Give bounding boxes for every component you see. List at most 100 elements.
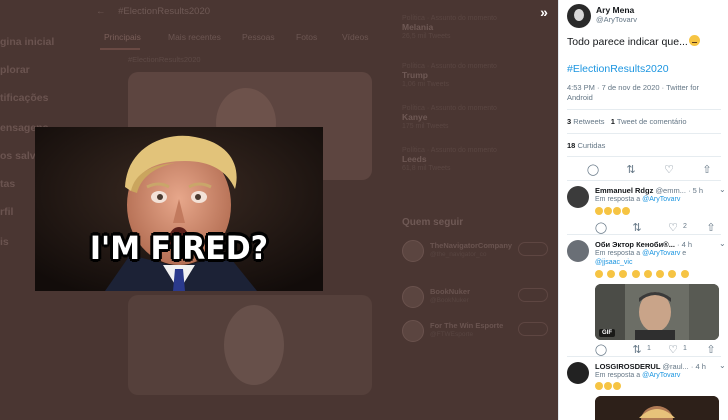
- who-to-follow-row[interactable]: TheNavigatorCompany @the_navigator_co: [402, 238, 552, 264]
- reply-tweet[interactable]: Оби Эктор Кеноби®... · 4 h ⌄ Em resposta…: [559, 238, 728, 356]
- reply-time: · 5 h: [688, 186, 704, 195]
- laughing-emoji-icon: [595, 269, 603, 278]
- in-reply-prefix: Em resposta a: [595, 196, 641, 203]
- retweet-stats[interactable]: 3 Retweets 1 Tweet de comentário: [567, 117, 687, 126]
- back-arrow-icon[interactable]: ←: [96, 6, 106, 17]
- in-reply-link[interactable]: @AryTovarv: [642, 196, 680, 203]
- nav-item-more[interactable]: is: [0, 236, 9, 254]
- laughing-emoji-icon: [604, 381, 612, 390]
- tab-videos[interactable]: Vídeos: [342, 32, 368, 42]
- author-name[interactable]: Ary Mena: [596, 5, 634, 15]
- reply-author-name: Оби Эктор Кеноби®...: [595, 240, 675, 249]
- gif-badge: GIF: [599, 329, 615, 337]
- trend-item[interactable]: Política · Assunto do momento Trump 1,06…: [402, 62, 552, 89]
- reply-media[interactable]: [595, 396, 719, 420]
- search-query[interactable]: #ElectionResults2020: [118, 6, 210, 17]
- laughing-emoji-icon: [622, 206, 630, 215]
- likes-stats[interactable]: 18 Curtidas: [567, 141, 605, 150]
- follow-button[interactable]: [518, 288, 548, 302]
- comments-count: 1: [610, 117, 615, 126]
- avatar: [402, 286, 424, 308]
- reply-icon[interactable]: ◯: [585, 162, 601, 178]
- trend-item[interactable]: Política · Assunto do momento Kanye 175 …: [402, 104, 552, 131]
- reply-tweet[interactable]: Emmanuel Rdgz @emm... · 5 h ⌄ Em respost…: [559, 184, 728, 234]
- reply-author[interactable]: LOSGIROSDERUL @raul... · 4 h: [595, 362, 706, 371]
- reply-time: · 4 h: [690, 362, 706, 371]
- follow-button[interactable]: [518, 242, 548, 256]
- reply-author[interactable]: Emmanuel Rdgz @emm... · 5 h: [595, 186, 703, 195]
- tab-indicator: [100, 48, 140, 50]
- trend-name: Kanye: [402, 112, 428, 122]
- share-icon[interactable]: ⇧: [699, 162, 715, 178]
- more-options-icon[interactable]: ⌄: [719, 239, 726, 248]
- reply-gif[interactable]: GIF: [595, 284, 719, 340]
- nav-item-notifications[interactable]: tificações: [0, 92, 48, 110]
- avatar[interactable]: [567, 4, 591, 28]
- author-handle[interactable]: @AryTovarv: [596, 15, 637, 24]
- trend-item[interactable]: Política · Assunto do momento Leeds 61,8…: [402, 146, 552, 173]
- retweet-count: 1: [647, 345, 651, 352]
- reply-time: · 4 h: [677, 240, 693, 249]
- laughing-emoji-icon: [595, 206, 603, 215]
- who-to-follow-title: Quem seguir: [402, 217, 464, 228]
- avatar[interactable]: [567, 186, 589, 208]
- retweet-icon[interactable]: ⇅: [623, 162, 639, 178]
- who-to-follow-row[interactable]: BookNuker @BookNuker: [402, 284, 552, 310]
- more-options-icon[interactable]: ⌄: [719, 361, 726, 370]
- laughing-emoji-icon: [656, 269, 665, 278]
- tweet-timestamp: 4:53 PM · 7 de nov de 2020 · Twitter for…: [567, 83, 700, 102]
- retweets-count: 3: [567, 117, 572, 126]
- tweet-detail-panel: Ary Mena @AryTovarv Todo parece indicar …: [558, 0, 728, 420]
- laughing-emoji-icon: [631, 269, 640, 278]
- avatar: [402, 320, 424, 342]
- hashtag-link[interactable]: #ElectionResults2020: [567, 63, 669, 75]
- reply-emoji-text: [595, 381, 622, 390]
- reply-author-handle: @raul...: [662, 362, 689, 371]
- follow-button[interactable]: [518, 322, 548, 336]
- laughing-emoji-icon: [643, 269, 652, 278]
- tab-photos[interactable]: Fotos: [296, 32, 317, 42]
- in-reply-link[interactable]: @AryTovarv: [642, 372, 680, 379]
- likes-label: Curtidas: [577, 141, 606, 150]
- laughing-emoji-icon: [668, 269, 677, 278]
- tab-top[interactable]: Principais: [104, 32, 141, 42]
- reply-author-handle: @emm...: [655, 186, 686, 195]
- trend-name: Trump: [402, 70, 428, 80]
- nav-item-home[interactable]: gina inicial: [0, 36, 54, 54]
- tab-latest[interactable]: Mais recentes: [168, 32, 221, 42]
- nav-item-profile[interactable]: rfil: [0, 206, 13, 224]
- in-reply-link[interactable]: @AryTovarv: [642, 250, 680, 257]
- who-to-follow-row[interactable]: For The Win Esporte @FTWEsporte: [402, 318, 552, 344]
- nav-item-lists[interactable]: tas: [0, 178, 15, 196]
- avatar[interactable]: [567, 362, 589, 384]
- like-icon[interactable]: ♡: [661, 162, 677, 178]
- divider: [567, 180, 721, 181]
- reply-author-name: Emmanuel Rdgz: [595, 186, 654, 195]
- divider: [567, 156, 721, 157]
- tab-people[interactable]: Pessoas: [242, 32, 275, 42]
- laughing-emoji-icon: [604, 206, 612, 215]
- reply-tweet[interactable]: LOSGIROSDERUL @raul... · 4 h ⌄ Em respos…: [559, 360, 728, 420]
- neutral-face-emoji-icon: [688, 35, 700, 46]
- nav-item-explore[interactable]: plorar: [0, 64, 30, 82]
- who-name: BookNuker: [430, 287, 471, 296]
- media-frame: [595, 396, 719, 420]
- laughing-emoji-icon: [680, 269, 689, 278]
- in-reply-link[interactable]: @jjsaac_vic: [595, 259, 632, 266]
- in-reply-prefix: Em resposta a: [595, 250, 641, 257]
- comments-label: Tweet de comentário: [616, 117, 687, 126]
- reply-emoji-text: [595, 269, 690, 278]
- collapse-panel-icon[interactable]: »: [534, 3, 554, 23]
- reply-author[interactable]: Оби Эктор Кеноби®... · 4 h: [595, 240, 692, 249]
- tweet-text-content: Todo parece indicar que...: [567, 36, 688, 48]
- tweet-image-bg-2: [128, 295, 372, 395]
- trend-count: 61,8 mil Tweets: [402, 165, 451, 172]
- who-handle: @FTWEsporte: [430, 331, 474, 338]
- avatar[interactable]: [567, 240, 589, 262]
- divider: [567, 234, 721, 235]
- laughing-emoji-icon: [595, 381, 603, 390]
- media-image[interactable]: I'M FIRED?: [35, 127, 323, 291]
- more-options-icon[interactable]: ⌄: [719, 185, 726, 194]
- trend-item[interactable]: Política · Assunto do momento Melania 26…: [402, 14, 552, 41]
- trend-count: 26,5 mil Tweets: [402, 33, 451, 40]
